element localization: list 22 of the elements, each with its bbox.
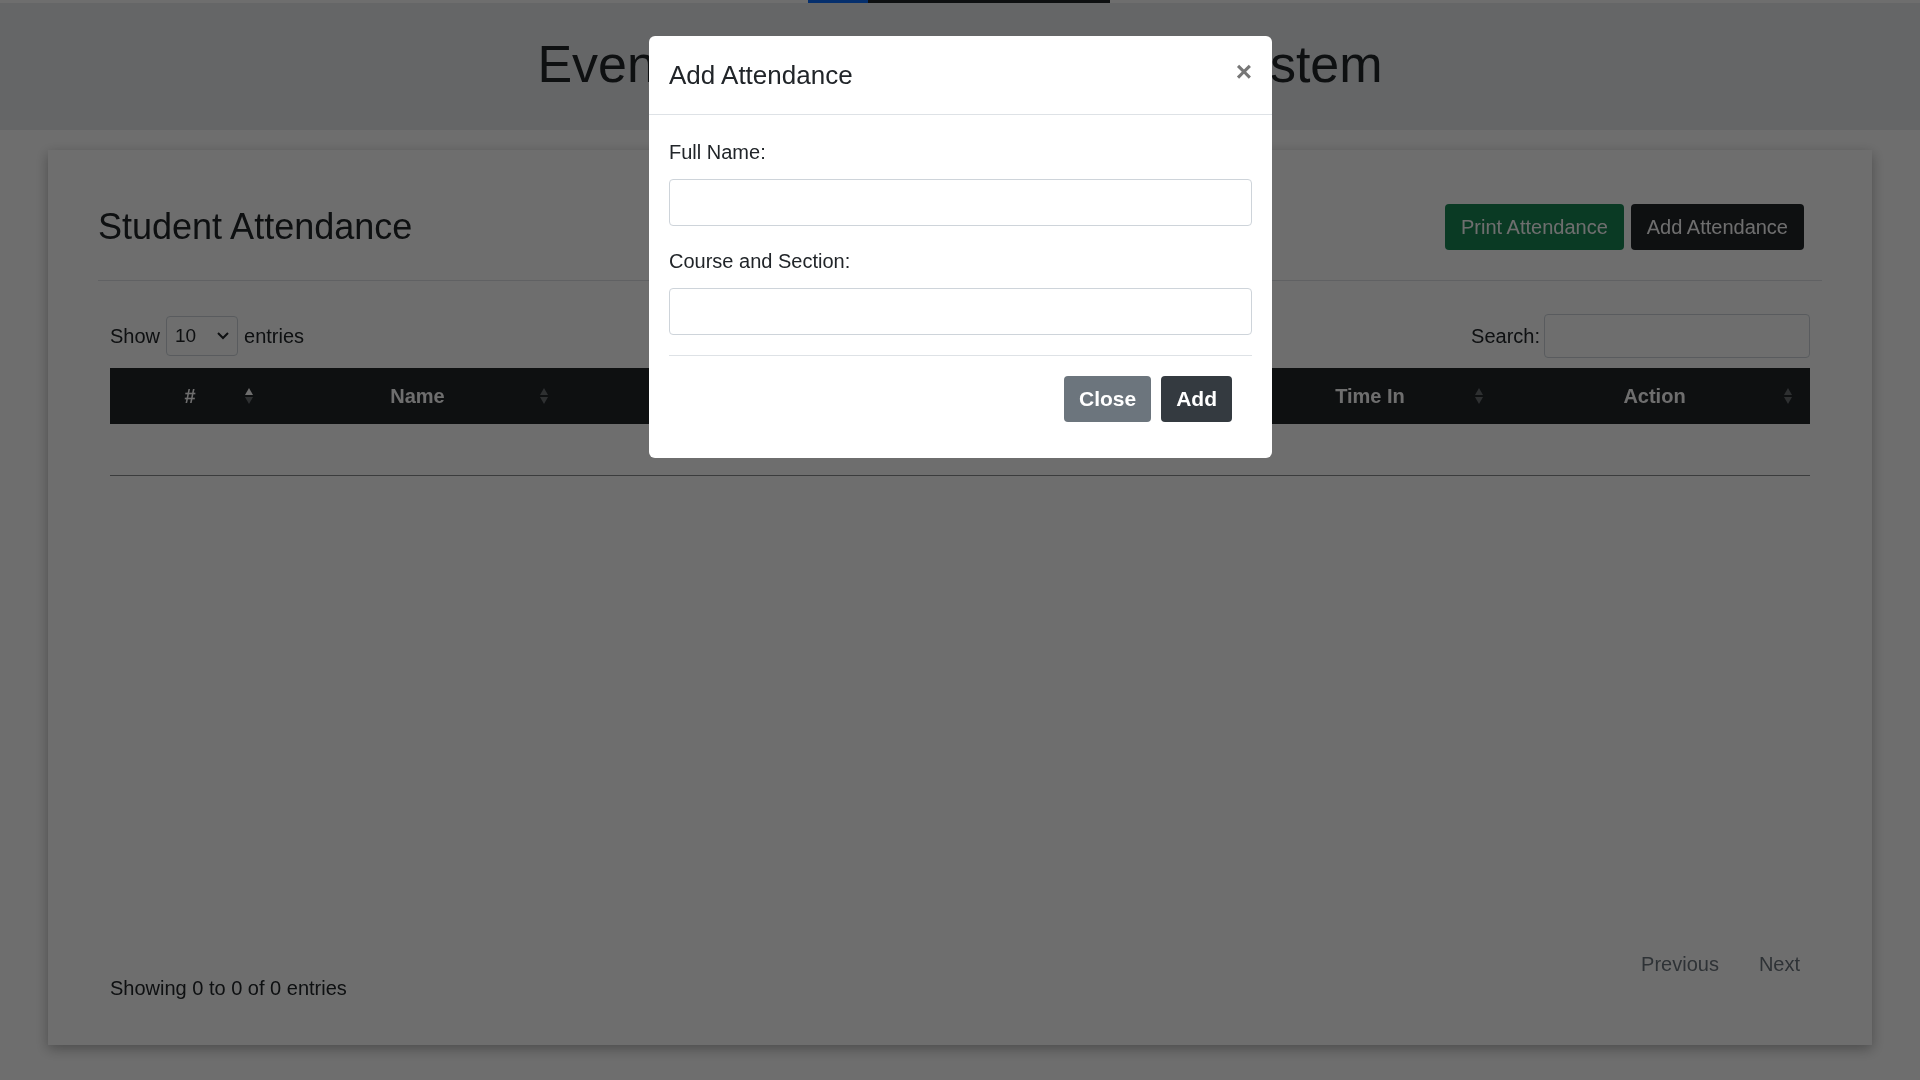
- close-button[interactable]: ×: [1235, 58, 1252, 86]
- page-size-select[interactable]: 10: [166, 316, 239, 356]
- show-label: Show: [110, 324, 161, 349]
- card-title: Student Attendance: [98, 205, 413, 249]
- page-title: stem: [1269, 33, 1383, 95]
- column-header[interactable]: Time In: [1240, 368, 1500, 424]
- header-button[interactable]: Add Attendance: [1630, 204, 1804, 250]
- input-field[interactable]: [669, 179, 1252, 226]
- column-header[interactable]: Name: [270, 368, 565, 424]
- modal-title: Add Attendance: [669, 58, 853, 92]
- entries-label: entries: [244, 324, 305, 349]
- field-label: Course and Section:: [669, 249, 852, 274]
- search-label: Search:: [1471, 324, 1540, 349]
- column-header[interactable]: #: [110, 368, 270, 424]
- modal-button[interactable]: Add: [1161, 376, 1232, 422]
- modal-button[interactable]: Close: [1064, 376, 1152, 422]
- field-label: Full Name:: [669, 140, 767, 165]
- chevron-down-icon: [217, 332, 230, 340]
- header-button[interactable]: Print Attendance: [1445, 204, 1624, 250]
- table-info: Showing 0 to 0 of 0 entries: [110, 976, 347, 1001]
- input-field[interactable]: [669, 288, 1252, 335]
- column-header[interactable]: Action: [1500, 368, 1809, 424]
